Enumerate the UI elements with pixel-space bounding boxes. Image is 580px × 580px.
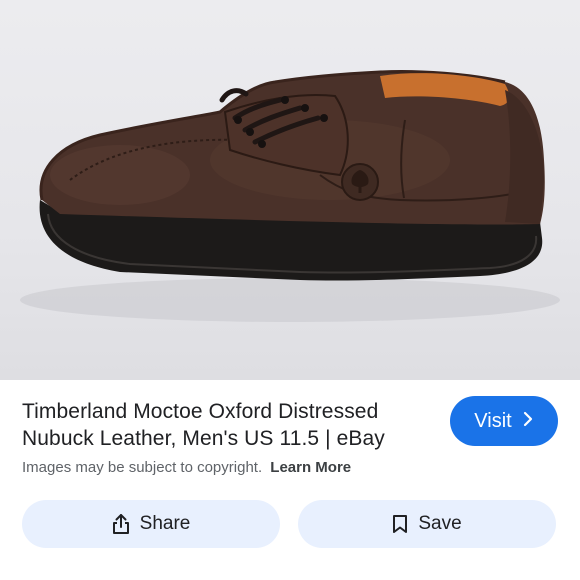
tree-logo-icon xyxy=(341,163,379,201)
share-icon xyxy=(112,513,130,535)
save-label: Save xyxy=(418,513,462,534)
bookmark-icon xyxy=(392,514,408,534)
product-title-line-2: Nubuck Leather, Men's US 11.5 | eBay xyxy=(22,427,385,450)
share-button[interactable]: Share xyxy=(22,500,280,548)
learn-more-link[interactable]: Learn More xyxy=(270,459,351,476)
visit-label: Visit xyxy=(474,409,512,432)
copyright-notice: Images may be subject to copyright. Lear… xyxy=(22,459,351,476)
product-title[interactable]: Timberland Moctoe Oxford Distressed Nubu… xyxy=(22,398,432,452)
shoe-illustration xyxy=(20,69,560,322)
product-image[interactable] xyxy=(0,0,580,380)
product-title-line-1: Timberland Moctoe Oxford Distressed xyxy=(22,400,379,423)
chevron-right-icon xyxy=(522,411,534,431)
share-label: Share xyxy=(139,513,191,534)
visit-button[interactable]: Visit xyxy=(450,396,558,446)
save-button[interactable]: Save xyxy=(298,500,556,548)
copyright-text: Images may be subject to copyright. xyxy=(22,459,263,476)
